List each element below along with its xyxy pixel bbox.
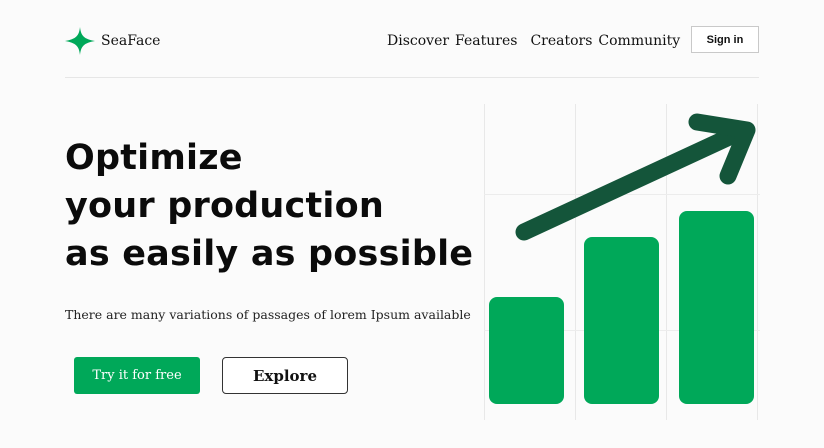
explore-button[interactable]: Explore [222, 357, 348, 394]
header-divider [65, 77, 759, 78]
growth-illustration [484, 104, 760, 420]
top-navigation-bar: SeaFace Discover Features Creators Commu… [65, 24, 759, 58]
brand-logo[interactable]: SeaFace [65, 27, 160, 55]
try-for-free-button[interactable]: Try it for free [74, 357, 200, 394]
hero-subtext: There are many variations of passages of… [65, 307, 471, 322]
main-nav: Discover Features Creators Community [387, 24, 680, 58]
headline-line-2: your production [65, 186, 384, 226]
nav-item-creators[interactable]: Creators [530, 33, 592, 49]
four-point-star-icon [65, 27, 95, 55]
upward-trend-arrow-icon [515, 113, 756, 241]
nav-item-features[interactable]: Features [455, 33, 517, 49]
brand-name: SeaFace [101, 33, 161, 49]
nav-item-community[interactable]: Community [598, 33, 680, 49]
headline-line-1: Optimize [65, 138, 243, 178]
sign-in-button[interactable]: Sign in [691, 26, 759, 53]
nav-item-discover[interactable]: Discover [387, 33, 449, 49]
hero-headline: Optimize your production as easily as po… [65, 134, 473, 278]
headline-line-3: as easily as possible [65, 234, 474, 274]
